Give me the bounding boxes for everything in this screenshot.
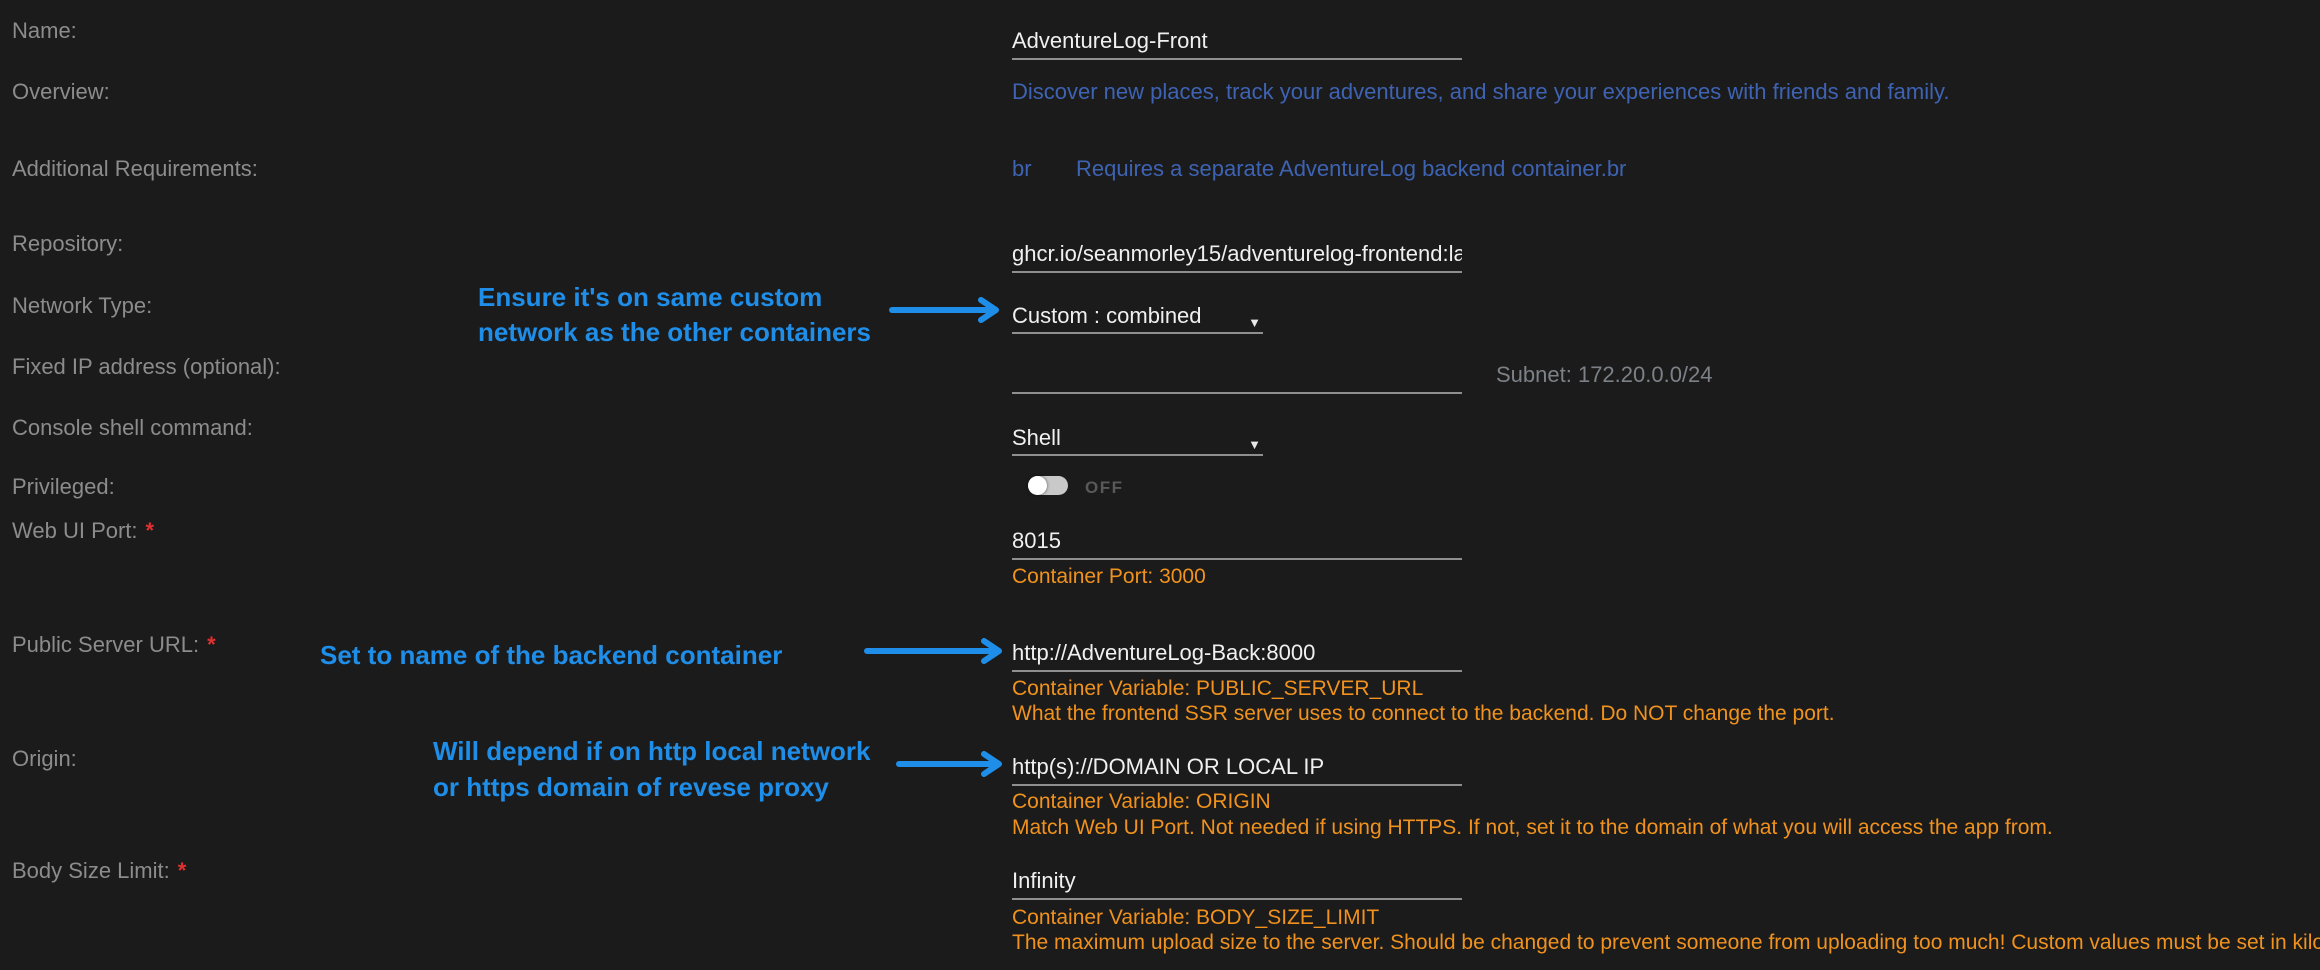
fixed-ip-input[interactable] [1012,358,1462,394]
container-port-help: Container Port: 3000 [1012,565,1206,589]
arrow-right-icon [896,750,1004,778]
network-type-label: Network Type: [12,291,152,321]
annotation-line: network as the other containers [478,315,871,350]
public-server-url-annotation: Set to name of the backend container [320,638,782,673]
chevron-down-icon: ▼ [1248,429,1261,461]
public-server-url-label: Public Server URL: * [12,630,216,660]
additional-requirements-text: Requires a separate AdventureLog backend… [1076,156,1626,182]
web-ui-port-label-text: Web UI Port: [12,518,138,543]
annotation-line: Will depend if on http local network [433,733,870,769]
privileged-toggle[interactable] [1028,476,1068,495]
fixed-ip-label: Fixed IP address (optional): [12,352,281,382]
container-settings-form: Name: Overview: Discover new places, tra… [0,0,2320,970]
web-ui-port-input[interactable] [1012,524,1462,560]
public-server-url-label-text: Public Server URL: [12,632,199,657]
public-server-url-input[interactable] [1012,636,1462,672]
public-server-url-description-help: What the frontend SSR server uses to con… [1012,702,1835,726]
console-shell-select[interactable]: Shell ▼ [1012,422,1263,456]
privileged-label: Privileged: [12,472,115,502]
origin-label: Origin: [12,744,77,774]
privileged-state-label: OFF [1085,478,1124,498]
body-size-limit-label: Body Size Limit: * [12,856,186,886]
additional-requirements-prefix: br [1012,156,1032,182]
origin-annotation: Will depend if on http local network or … [433,733,870,805]
overview-label: Overview: [12,77,110,107]
body-size-limit-label-text: Body Size Limit: [12,858,170,883]
subnet-note: Subnet: 172.20.0.0/24 [1496,362,1713,388]
required-asterisk: * [178,858,187,883]
repository-input[interactable] [1012,237,1462,273]
required-asterisk: * [207,632,216,657]
repository-label: Repository: [12,229,123,259]
network-type-annotation: Ensure it's on same custom network as th… [478,280,871,350]
body-size-limit-description-help: The maximum upload size to the server. S… [1012,931,2320,955]
public-server-url-variable-help: Container Variable: PUBLIC_SERVER_URL [1012,677,1423,701]
additional-requirements-label: Additional Requirements: [12,154,258,184]
console-shell-value: Shell [1012,425,1061,450]
chevron-down-icon: ▼ [1248,307,1261,339]
console-shell-label: Console shell command: [12,413,253,443]
network-type-value: Custom : combined [1012,303,1202,328]
body-size-limit-input[interactable] [1012,864,1462,900]
origin-input[interactable] [1012,750,1462,786]
network-type-select[interactable]: Custom : combined ▼ [1012,300,1263,334]
overview-text: Discover new places, track your adventur… [1012,79,1949,105]
required-asterisk: * [146,518,155,543]
origin-variable-help: Container Variable: ORIGIN [1012,790,1271,814]
body-size-limit-variable-help: Container Variable: BODY_SIZE_LIMIT [1012,906,1379,930]
annotation-line: or https domain of revese proxy [433,769,870,805]
origin-description-help: Match Web UI Port. Not needed if using H… [1012,816,2053,840]
web-ui-port-label: Web UI Port: * [12,516,154,546]
name-input[interactable] [1012,24,1462,60]
toggle-knob [1028,476,1047,495]
arrow-right-icon [889,296,1001,324]
arrow-right-icon [864,637,1004,665]
annotation-line: Ensure it's on same custom [478,280,871,315]
name-label: Name: [12,16,77,46]
